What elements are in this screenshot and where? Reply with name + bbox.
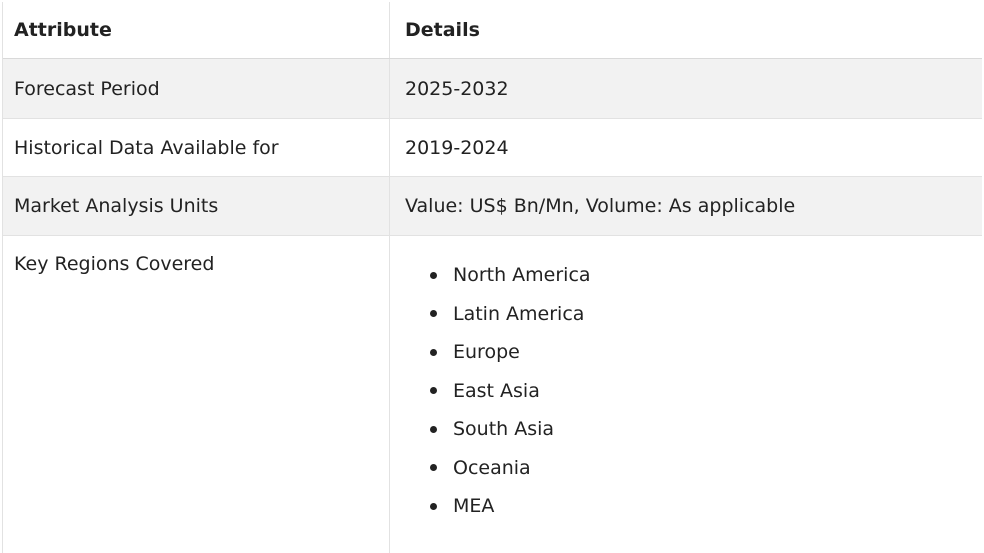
attribute-cell: Market Analysis Units — [3, 177, 390, 235]
list-item: Europe — [430, 333, 591, 372]
header-attribute: Attribute — [3, 2, 390, 58]
header-details: Details — [405, 19, 480, 41]
bullet-icon — [430, 464, 437, 472]
regions-list: North America Latin America Europe East … — [405, 256, 591, 526]
details-cell: Value: US$ Bn/Mn, Volume: As applicable — [405, 195, 796, 217]
details-cell: 2019-2024 — [405, 136, 509, 159]
bullet-icon — [430, 271, 437, 279]
table-row: Forecast Period 2025-2032 — [3, 59, 982, 119]
region-label: Latin America — [453, 302, 585, 325]
attribute-cell: Forecast Period — [3, 59, 390, 118]
bullet-icon — [430, 387, 437, 395]
details-cell: 2025-2032 — [405, 77, 509, 100]
list-item: North America — [430, 256, 591, 295]
table-row: Historical Data Available for 2019-2024 — [3, 119, 982, 177]
table-row: Market Analysis Units Value: US$ Bn/Mn, … — [3, 177, 982, 236]
details-cell: North America Latin America Europe East … — [390, 236, 982, 553]
list-item: Oceania — [430, 449, 591, 488]
attribute-cell: Historical Data Available for — [3, 119, 390, 176]
region-label: Europe — [453, 341, 520, 364]
attribute-cell: Key Regions Covered — [3, 236, 390, 553]
region-label: MEA — [453, 495, 495, 518]
table-header-row: Attribute Details — [3, 2, 982, 59]
list-item: South Asia — [430, 410, 591, 449]
list-item: East Asia — [430, 372, 591, 411]
bullet-icon — [430, 502, 437, 510]
attributes-table: Attribute Details Forecast Period 2025-2… — [2, 2, 982, 553]
list-item: MEA — [430, 487, 591, 526]
region-label: East Asia — [453, 379, 540, 402]
region-label: Oceania — [453, 456, 531, 479]
table-row: Key Regions Covered North America Latin … — [3, 236, 982, 553]
region-label: North America — [453, 264, 591, 287]
list-item: Latin America — [430, 295, 591, 334]
bullet-icon — [430, 310, 437, 318]
bullet-icon — [430, 425, 437, 433]
bullet-icon — [430, 348, 437, 356]
region-label: South Asia — [453, 418, 555, 441]
